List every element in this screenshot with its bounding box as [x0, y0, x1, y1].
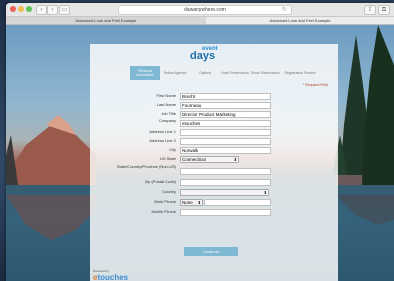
sidebar-icon[interactable]: ▭ [59, 5, 70, 15]
chevron-updown-icon: ⬍ [233, 157, 237, 162]
address-line1-input[interactable] [180, 129, 271, 136]
step-personal-information[interactable]: Personal Information [130, 66, 160, 80]
country-select[interactable]: ⬍ [180, 189, 269, 196]
form-row-us-state: US State Connecticut ⬍ [90, 156, 338, 163]
form-row-address1: Address Line 1 [90, 129, 338, 136]
step-select-agenda[interactable]: Select Agenda [160, 66, 190, 80]
browser-titlebar: ‹ › ▭ dawanywhere.com ↻ ⇪ ⧉ [6, 3, 394, 17]
form-row-city: City Norwalk [90, 147, 338, 154]
city-input[interactable]: Norwalk [180, 147, 271, 154]
chevron-updown-icon: ⬍ [263, 190, 267, 195]
share-icon[interactable]: ⇪ [364, 5, 376, 15]
form-row-job-title: Job Title Director Product Marketing [90, 111, 338, 118]
us-state-select[interactable]: Connecticut ⬍ [180, 156, 239, 163]
step-options[interactable]: Options [190, 66, 220, 80]
zoom-window-button[interactable] [26, 6, 32, 12]
registration-panel: event days Personal Information Select A… [90, 44, 338, 281]
company-label: Company [158, 118, 176, 123]
province-label: State/Country/Province (Non-US) [116, 164, 176, 169]
address-line1-label: Address Line 1 [149, 129, 176, 134]
zip-label: Zip (Postal Code) [144, 179, 176, 184]
form-row-company: Company etouches [90, 118, 338, 127]
etouches-logo[interactable]: etouches [93, 273, 128, 281]
close-window-button[interactable] [10, 6, 16, 12]
url-text: dawanywhere.com [184, 7, 226, 13]
first-name-input[interactable]: Brecht [180, 93, 271, 100]
continue-button[interactable]: Continue [184, 247, 238, 256]
work-phone-country-select[interactable]: None ⬍ [180, 199, 203, 206]
first-name-label: First Name [156, 93, 176, 98]
job-title-label: Job Title [161, 111, 176, 116]
last-name-input[interactable]: Fourneau [180, 102, 271, 109]
form-row-first-name: First Name Brecht [90, 93, 338, 100]
form-row-province: State/Country/Province (Non-US) [90, 164, 338, 175]
address-line2-label: Address Line 2 [149, 138, 176, 143]
mobile-phone-input[interactable] [180, 209, 271, 216]
city-label: City [169, 147, 176, 152]
country-label: Country [161, 189, 176, 194]
step-registration-review[interactable]: Registration Review [280, 66, 320, 80]
tab-title: Advanced Look and Feel Example [269, 18, 331, 23]
registration-steps: Personal Information Select Agenda Optio… [90, 66, 338, 80]
browser-window: ‹ › ▭ dawanywhere.com ↻ ⇪ ⧉ Advanced Loo… [6, 3, 394, 281]
minimize-window-button[interactable] [18, 6, 24, 12]
page-content: event days Personal Information Select A… [6, 25, 394, 281]
company-input[interactable]: etouches [180, 120, 271, 127]
reload-icon[interactable]: ↻ [282, 6, 287, 14]
step-hotel-reservation[interactable]: Hotel Reservation [220, 66, 250, 80]
form-row-mobile-phone: Mobile Phone [90, 209, 338, 216]
address-line2-input[interactable] [180, 138, 271, 145]
required-field-note: * Required Field [302, 83, 328, 87]
form-row-last-name: Last Name Fourneau [90, 102, 338, 109]
form-row-address2: Address Line 2 [90, 138, 338, 145]
browser-tab-active[interactable]: Advanced Look and Feel Example [206, 17, 394, 24]
step-travel-reservation[interactable]: Travel Reservation [250, 66, 280, 80]
form-row-country: Country ⬍ [90, 189, 338, 196]
us-state-label: US State [159, 156, 176, 161]
work-phone-label: Work Phone [154, 199, 176, 204]
form-row-work-phone: Work Phone None ⬍ [90, 199, 338, 206]
address-bar[interactable]: dawanywhere.com ↻ [118, 5, 292, 15]
chevron-updown-icon: ⬍ [197, 200, 201, 205]
form-row-zip: Zip (Postal Code) [90, 179, 338, 186]
work-phone-input[interactable] [204, 199, 271, 206]
province-input[interactable] [180, 168, 271, 175]
job-title-input[interactable]: Director Product Marketing [180, 111, 271, 118]
browser-tab[interactable]: Advanced Look and Feel Example [6, 17, 206, 24]
tabs-overview-icon[interactable]: ⧉ [378, 5, 390, 15]
zip-input[interactable] [180, 179, 271, 186]
mobile-phone-label: Mobile Phone [151, 209, 176, 214]
tab-title: Advanced Look and Feel Example [75, 18, 137, 23]
last-name-label: Last Name [156, 102, 176, 107]
tab-bar: Advanced Look and Feel Example Advanced … [6, 17, 394, 25]
back-arrow-icon[interactable]: ‹ [36, 5, 47, 15]
forward-arrow-icon[interactable]: › [47, 5, 58, 15]
